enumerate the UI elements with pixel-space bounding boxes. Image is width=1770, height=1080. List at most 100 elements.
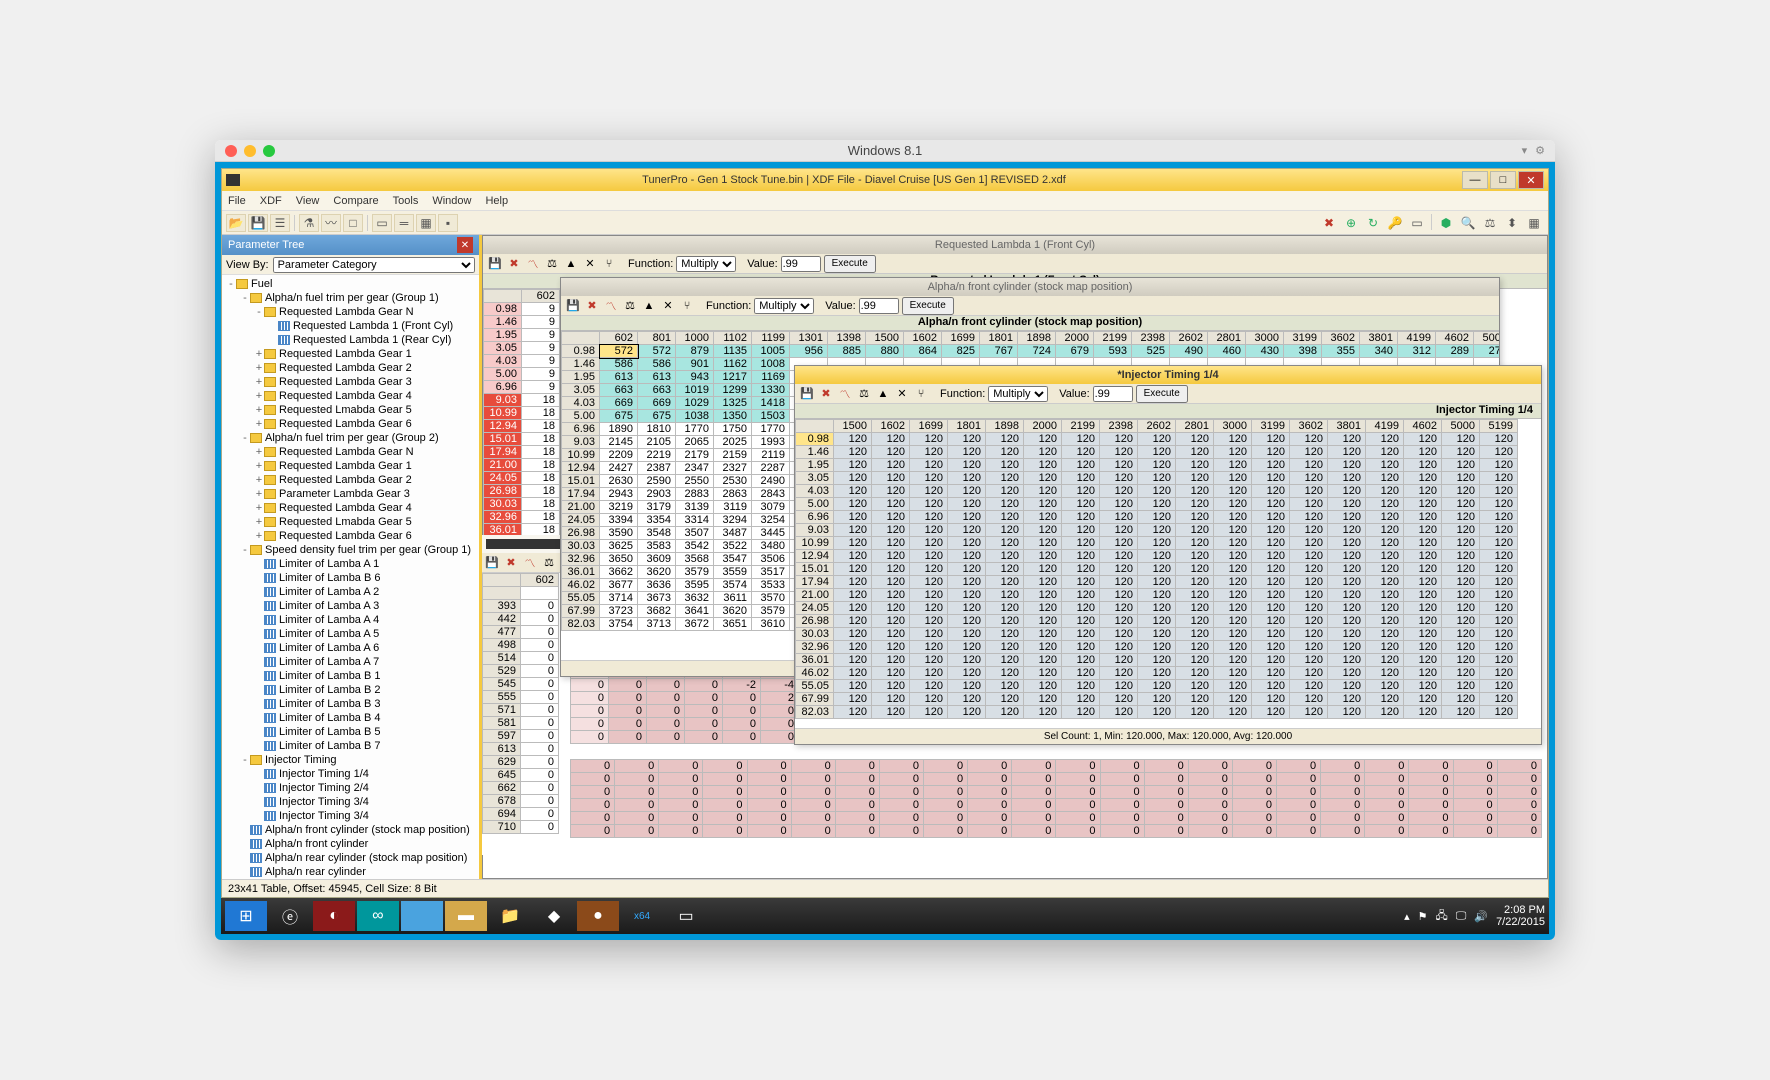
close-button[interactable]: ✕ [1518, 171, 1544, 189]
doc-icon[interactable]: ▭ [1407, 214, 1427, 232]
tree-node[interactable]: +Requested Lambda Gear 4 [222, 389, 479, 403]
tree-node[interactable]: -Alpha/n fuel trim per gear (Group 1) [222, 291, 479, 305]
execute-button[interactable]: Execute [902, 297, 954, 315]
win-taskbar[interactable]: ⊞ ⓔ ◐ ∞ ▬ 📁 ◆ ● x64 ▭ ▴ ⚑ 🖧 🖵 🔊 2:08 PM … [221, 898, 1549, 934]
chip2-icon[interactable]: ◆ [533, 901, 575, 931]
tree-node[interactable]: +Requested Lmabda Gear 5 [222, 515, 479, 529]
execute-button[interactable]: Execute [824, 255, 876, 273]
tree-node[interactable]: +Requested Lambda Gear 6 [222, 529, 479, 543]
fork-icon[interactable]: ⑂ [679, 298, 695, 314]
menu-compare[interactable]: Compare [333, 195, 378, 207]
menu-window[interactable]: Window [432, 195, 471, 207]
balance-icon[interactable]: ⚖ [856, 386, 872, 402]
tree-node[interactable]: Limiter of Lamba B 4 [222, 711, 479, 725]
tree-node[interactable]: Limiter of Lamba A 2 [222, 585, 479, 599]
tree-node[interactable]: -Injector Timing [222, 753, 479, 767]
tree-node[interactable]: Limiter of Lamba A 1 [222, 557, 479, 571]
tree-node[interactable]: Alpha/n rear cylinder [222, 865, 479, 879]
tree-node[interactable]: -Speed density fuel trim per gear (Group… [222, 543, 479, 557]
taskbar-clock[interactable]: 2:08 PM 7/22/2015 [1496, 904, 1545, 928]
value-input[interactable] [859, 298, 899, 314]
x-icon[interactable]: ✕ [660, 298, 676, 314]
lambda-bottom-grid[interactable]: 6023930442047704980514052905450555057105… [482, 573, 572, 855]
tray-monitor-icon[interactable]: 🖵 [1456, 910, 1467, 923]
tree-node[interactable]: Injector Timing 2/4 [222, 781, 479, 795]
menu-view[interactable]: View [296, 195, 320, 207]
save-icon[interactable]: 💾 [565, 298, 581, 314]
minimize-button[interactable]: — [1462, 171, 1488, 189]
tree-node[interactable]: Limiter of Lamba B 7 [222, 739, 479, 753]
function-select[interactable]: Multiply [988, 386, 1048, 402]
search-icon[interactable]: 🔍 [1458, 214, 1478, 232]
layout3-icon[interactable]: ▦ [416, 214, 436, 232]
window-icon[interactable]: ▭ [665, 901, 707, 931]
save-icon[interactable]: 💾 [799, 386, 815, 402]
arduino-icon[interactable]: ∞ [357, 901, 399, 931]
wave-icon[interactable]: 〰 [321, 214, 341, 232]
tree-node[interactable]: Limiter of Lamba A 5 [222, 627, 479, 641]
balance-icon[interactable]: ⚖ [622, 298, 638, 314]
menu-file[interactable]: File [228, 195, 246, 207]
save-icon[interactable]: 💾 [487, 256, 503, 272]
chart-icon[interactable]: 〽 [603, 298, 619, 314]
tree-node[interactable]: Limiter of Lamba B 2 [222, 683, 479, 697]
tree-node[interactable]: Limiter of Lamba A 4 [222, 613, 479, 627]
tree-close-button[interactable]: ✕ [457, 237, 473, 253]
tray-volume-icon[interactable]: 🔊 [1474, 910, 1488, 923]
edit-icon[interactable]: ▲ [641, 298, 657, 314]
hex-icon[interactable]: ⬢ [1436, 214, 1456, 232]
tree-node[interactable]: +Requested Lambda Gear 3 [222, 375, 479, 389]
cancel-icon[interactable]: ✖ [503, 555, 519, 571]
start-button[interactable]: ⊞ [225, 901, 267, 931]
chart-icon[interactable]: 〽 [525, 256, 541, 272]
tree-node[interactable]: Injector Timing 3/4 [222, 809, 479, 823]
tray-network-icon[interactable]: 🖧 [1435, 907, 1447, 926]
edit-icon[interactable]: ▲ [563, 256, 579, 272]
x-icon[interactable]: ✕ [582, 256, 598, 272]
ie-icon[interactable]: ⓔ [269, 901, 311, 931]
tree-node[interactable]: +Requested Lambda Gear N [222, 445, 479, 459]
tree-node[interactable]: +Requested Lambda Gear 4 [222, 501, 479, 515]
tree-node[interactable]: -Fuel [222, 277, 479, 291]
edit-icon[interactable]: ▲ [875, 386, 891, 402]
save-icon[interactable]: 💾 [484, 555, 500, 571]
explorer-icon[interactable]: 📁 [489, 901, 531, 931]
cancel-icon[interactable]: ✖ [584, 298, 600, 314]
procede-icon[interactable] [401, 901, 443, 931]
fork-icon[interactable]: ⑂ [913, 386, 929, 402]
execute-button[interactable]: Execute [1136, 385, 1188, 403]
save-icon[interactable]: 💾 [248, 214, 268, 232]
calc-icon[interactable]: ▦ [1524, 214, 1544, 232]
tray-flag-icon[interactable]: ⚑ [1418, 910, 1428, 923]
balance-icon[interactable]: ⚖ [541, 555, 557, 571]
tree-node[interactable]: Injector Timing 3/4 [222, 795, 479, 809]
cancel-icon[interactable]: ✖ [1319, 214, 1339, 232]
menu-help[interactable]: Help [485, 195, 508, 207]
layout1-icon[interactable]: ▭ [372, 214, 392, 232]
tool-icon[interactable]: ⚗ [299, 214, 319, 232]
viewby-select[interactable]: Parameter Category [273, 257, 475, 273]
menu-xdf[interactable]: XDF [260, 195, 282, 207]
tree-node[interactable]: Alpha/n front cylinder [222, 837, 479, 851]
pink-wide-grid[interactable]: 0000000000000000000000000000000000000000… [570, 759, 1542, 838]
refresh-icon[interactable]: ↻ [1363, 214, 1383, 232]
tree-node[interactable]: +Requested Lambda Gear 2 [222, 473, 479, 487]
tree-node[interactable]: Alpha/n front cylinder (stock map positi… [222, 823, 479, 837]
tree-node[interactable]: Requested Lambda 1 (Front Cyl) [222, 319, 479, 333]
tree-node[interactable]: +Requested Lambda Gear 1 [222, 347, 479, 361]
tree-list[interactable]: -Fuel-Alpha/n fuel trim per gear (Group … [222, 275, 479, 879]
level-icon[interactable]: ⬍ [1502, 214, 1522, 232]
tree-node[interactable]: Limiter of Lamba B 3 [222, 697, 479, 711]
list-icon[interactable]: ☰ [270, 214, 290, 232]
tray-arrow-icon[interactable]: ▴ [1404, 910, 1410, 923]
tree-node[interactable]: +Parameter Lambda Gear 3 [222, 487, 479, 501]
tree-node[interactable]: -Requested Lambda Gear N [222, 305, 479, 319]
x-icon[interactable]: ✕ [894, 386, 910, 402]
menu-tools[interactable]: Tools [393, 195, 419, 207]
balance-icon[interactable]: ⚖ [544, 256, 560, 272]
tree-node[interactable]: +Requested Lambda Gear 1 [222, 459, 479, 473]
function-select[interactable]: Multiply [754, 298, 814, 314]
new-icon[interactable]: □ [343, 214, 363, 232]
app-icon[interactable]: ◐ [313, 901, 355, 931]
balance-icon[interactable]: ⚖ [1480, 214, 1500, 232]
